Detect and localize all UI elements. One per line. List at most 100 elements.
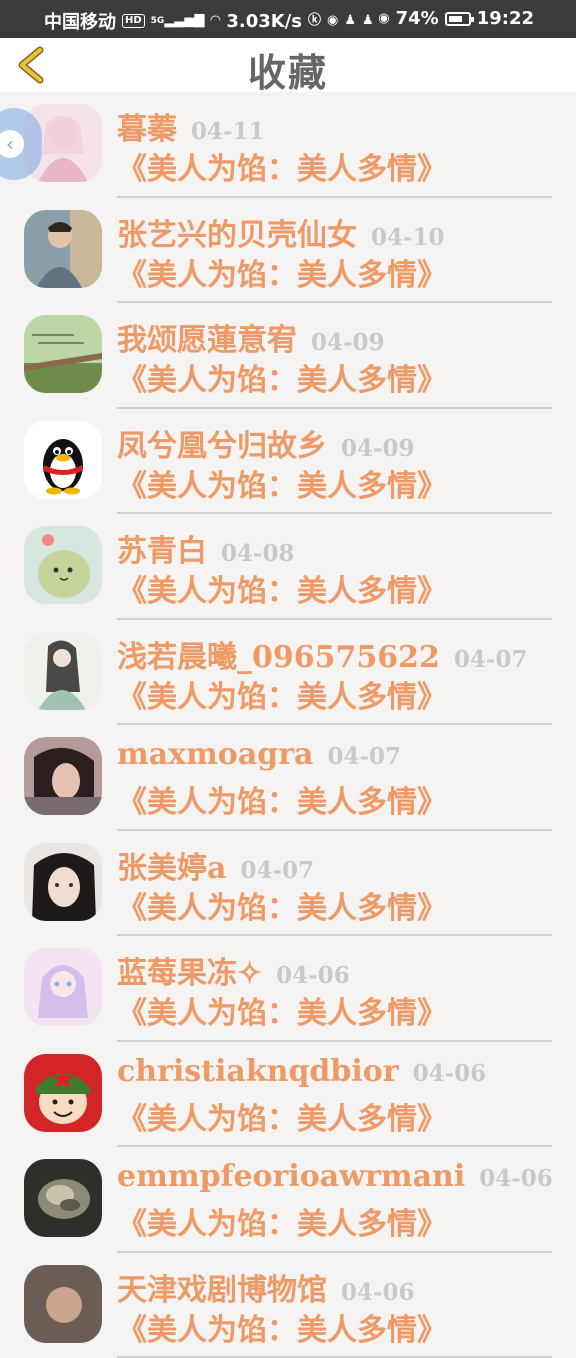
- book-title[interactable]: 《美人为馅：美人多情》: [117, 355, 447, 399]
- book-title[interactable]: 《美人为馅：美人多情》: [117, 566, 447, 610]
- favorite-date: 04-07: [454, 646, 528, 673]
- avatar[interactable]: [24, 526, 102, 604]
- name-line: 浅若晨曦_096575622 04-07: [117, 632, 527, 676]
- avatar[interactable]: [24, 1054, 102, 1132]
- avatar-image: [24, 421, 102, 499]
- avatar-image: [24, 737, 102, 815]
- user-name[interactable]: 浅若晨曦_096575622: [117, 640, 440, 675]
- book-title[interactable]: 《美人为馅：美人多情》: [117, 883, 447, 927]
- header-bar: 收藏: [0, 38, 576, 92]
- list-item[interactable]: 天津戏剧博物馆 04-06《美人为馅：美人多情》: [0, 1253, 576, 1358]
- clock: 19:22: [477, 8, 534, 29]
- name-line: 张艺兴的贝壳仙女 04-10: [117, 210, 445, 254]
- list-item[interactable]: 蓝莓果冻✧ 04-06《美人为馅：美人多情》: [0, 936, 576, 1042]
- favorite-date: 04-09: [311, 329, 385, 356]
- eye-icon: ◉: [378, 11, 389, 27]
- user-name[interactable]: christiaknqdbior: [117, 1054, 399, 1089]
- user-name[interactable]: 苏青白: [117, 534, 207, 569]
- page-title: 收藏: [0, 42, 576, 97]
- favorite-date: 04-07: [327, 743, 401, 770]
- network-type: 5G: [151, 16, 165, 26]
- avatar-image: [24, 1265, 102, 1343]
- user-name[interactable]: 张美婷a: [117, 851, 226, 886]
- list-item[interactable]: emmpfeorioawrmani 04-06 《美人为馅：美人多情》: [0, 1147, 576, 1253]
- app-globe-icon: ◉: [327, 13, 338, 29]
- user-name[interactable]: emmpfeorioawrmani: [117, 1159, 465, 1194]
- favorite-date: 04-06: [413, 1060, 487, 1087]
- name-line: 张美婷a 04-07: [117, 843, 314, 887]
- book-title[interactable]: 《美人为馅：美人多情》: [117, 1094, 447, 1138]
- list-item[interactable]: 苏青白 04-08《美人为馅：美人多情》: [0, 514, 576, 620]
- avatar[interactable]: [24, 948, 102, 1026]
- favorite-date: 04-11: [191, 118, 265, 145]
- user-name[interactable]: 蓝莓果冻✧: [117, 956, 262, 991]
- list-item[interactable]: 张美婷a 04-07《美人为馅：美人多情》: [0, 831, 576, 937]
- book-title[interactable]: 《美人为馅：美人多情》: [117, 988, 447, 1032]
- avatar[interactable]: [24, 737, 102, 815]
- collapse-left-icon: ‹: [0, 130, 24, 158]
- favorite-date: 04-07: [240, 857, 314, 884]
- battery-fill: [449, 16, 462, 22]
- name-line: christiaknqdbior 04-06: [117, 1054, 486, 1089]
- name-line: maxmoagra 04-07: [117, 737, 401, 772]
- avatar-image: [24, 526, 102, 604]
- user-name[interactable]: maxmoagra: [117, 737, 313, 772]
- list-item[interactable]: 浅若晨曦_096575622 04-07 《美人为馅：美人多情》: [0, 620, 576, 726]
- avatar-image: [24, 315, 102, 393]
- list-item[interactable]: maxmoagra 04-07 《美人为馅：美人多情》: [0, 725, 576, 831]
- qq-icon: ♟: [344, 13, 356, 29]
- name-line: 凤兮凰兮归故乡 04-09: [117, 421, 415, 465]
- favorite-date: 04-06: [479, 1165, 553, 1192]
- list-item[interactable]: 暮蓁 04-11《美人为馅：美人多情》: [0, 92, 576, 198]
- favorite-date: 04-06: [276, 962, 350, 989]
- avatar-image: [24, 843, 102, 921]
- name-line: 我颂愿蓮意宥 04-09: [117, 315, 385, 359]
- book-title[interactable]: 《美人为馅：美人多情》: [117, 1305, 447, 1349]
- avatar-image: [24, 1054, 102, 1132]
- list-item[interactable]: 张艺兴的贝壳仙女 04-10《美人为馅：美人多情》: [0, 198, 576, 304]
- book-title[interactable]: 《美人为馅：美人多情》: [117, 250, 447, 294]
- user-name[interactable]: 凤兮凰兮归故乡: [117, 429, 327, 464]
- list-item[interactable]: 凤兮凰兮归故乡 04-09《美人为馅：美人多情》: [0, 409, 576, 515]
- name-line: 暮蓁 04-11: [117, 104, 265, 148]
- status-bar: 中国移动 HD 5G▂▃▅▇ ◠ 3.03K/s ⓚ ◉ ♟ ♟ ◉ 74% 1…: [0, 0, 576, 38]
- user-name[interactable]: 暮蓁: [117, 112, 177, 147]
- avatar-image: [24, 632, 102, 710]
- favorite-date: 04-06: [341, 1279, 415, 1306]
- floating-collapse-button[interactable]: ‹: [0, 108, 42, 180]
- battery-percent: 74%: [396, 8, 439, 29]
- book-title[interactable]: 《美人为馅：美人多情》: [117, 777, 447, 821]
- avatar[interactable]: [24, 210, 102, 288]
- avatar[interactable]: [24, 1265, 102, 1343]
- network-speed: 3.03K/s: [226, 11, 302, 32]
- book-title[interactable]: 《美人为馅：美人多情》: [117, 1199, 447, 1243]
- book-title[interactable]: 《美人为馅：美人多情》: [117, 672, 447, 716]
- favorite-date: 04-10: [371, 224, 445, 251]
- signal-icon: 5G▂▃▅▇: [151, 13, 205, 29]
- list-item[interactable]: christiaknqdbior 04-06 《美人为馅：美人多情》: [0, 1042, 576, 1148]
- qq-icon-2: ♟: [362, 13, 374, 29]
- avatar[interactable]: [24, 315, 102, 393]
- name-line: 天津戏剧博物馆 04-06: [117, 1265, 415, 1309]
- list-item[interactable]: 我颂愿蓮意宥 04-09《美人为馅：美人多情》: [0, 303, 576, 409]
- avatar[interactable]: [24, 632, 102, 710]
- name-line: emmpfeorioawrmani 04-06: [117, 1159, 553, 1194]
- name-line: 蓝莓果冻✧ 04-06: [117, 948, 350, 992]
- favorites-list: 暮蓁04-11《美人为馅：美人多情》张艺兴的贝壳仙女04-10《美人为馅：美人多…: [0, 92, 576, 1358]
- avatar-image: [24, 1159, 102, 1237]
- user-name[interactable]: 张艺兴的贝壳仙女: [117, 218, 357, 253]
- avatar[interactable]: [24, 421, 102, 499]
- carrier-label: 中国移动: [44, 8, 116, 34]
- avatar[interactable]: [24, 1159, 102, 1237]
- book-title[interactable]: 《美人为馅：美人多情》: [117, 461, 447, 505]
- wifi-icon: ◠: [210, 13, 220, 29]
- avatar[interactable]: [24, 843, 102, 921]
- book-title[interactable]: 《美人为馅：美人多情》: [117, 144, 447, 188]
- favorite-date: 04-08: [221, 540, 295, 567]
- app-k-icon: ⓚ: [308, 13, 321, 29]
- hd-icon: HD: [122, 14, 145, 28]
- favorite-date: 04-09: [341, 435, 415, 462]
- user-name[interactable]: 天津戏剧博物馆: [117, 1273, 327, 1308]
- name-line: 苏青白 04-08: [117, 526, 295, 570]
- user-name[interactable]: 我颂愿蓮意宥: [117, 323, 297, 358]
